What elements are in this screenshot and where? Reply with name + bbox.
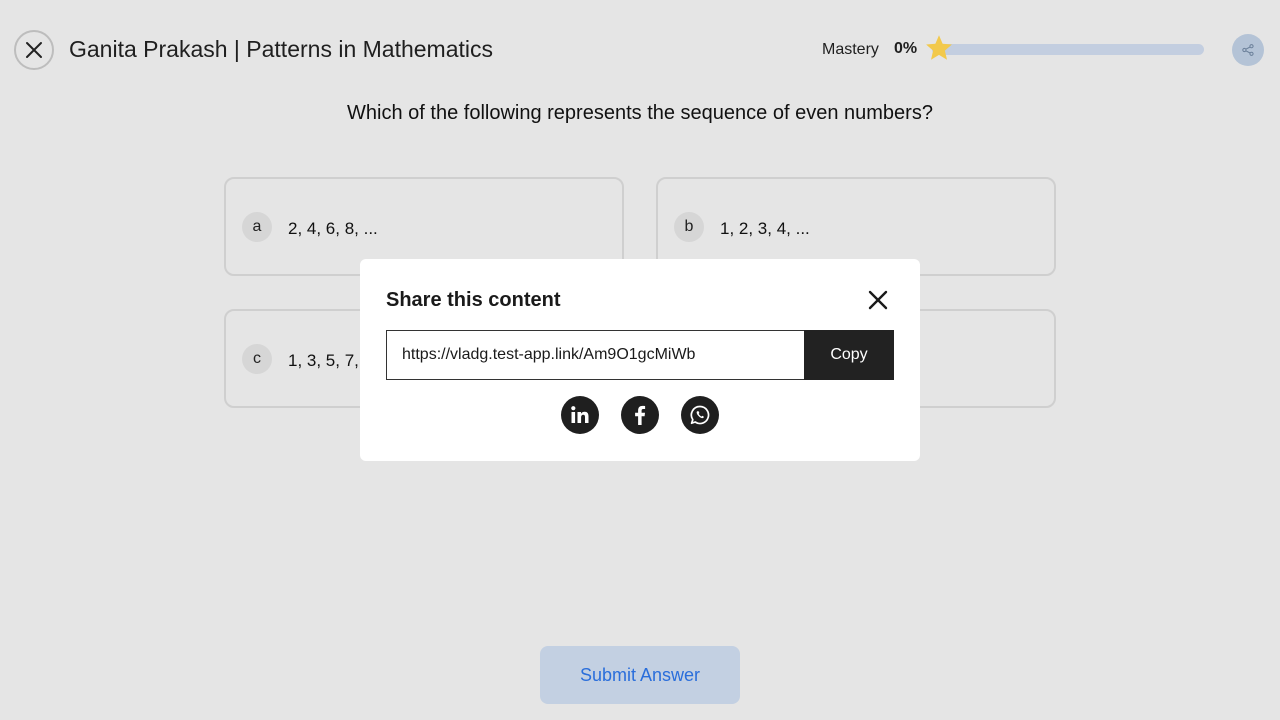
share-icon xyxy=(1242,44,1254,56)
submit-answer-button[interactable]: Submit Answer xyxy=(540,646,740,704)
share-modal: Share this content Copy xyxy=(360,259,920,461)
facebook-share-button[interactable] xyxy=(621,396,659,434)
share-button[interactable] xyxy=(1232,34,1264,66)
quiz-page: Ganita Prakash | Patterns in Mathematics… xyxy=(0,0,1280,720)
option-letter: a xyxy=(242,211,272,242)
whatsapp-share-button[interactable] xyxy=(681,396,719,434)
option-letter: c xyxy=(242,343,272,374)
page-title: Ganita Prakash | Patterns in Mathematics xyxy=(69,36,493,62)
exit-button[interactable] xyxy=(14,30,54,70)
option-text: 2, 4, 6, 8, ... xyxy=(288,218,378,238)
facebook-icon xyxy=(635,405,646,425)
mastery-progress-bar xyxy=(932,44,1204,55)
linkedin-icon xyxy=(571,406,589,423)
linkedin-share-button[interactable] xyxy=(561,396,599,434)
copy-button[interactable]: Copy xyxy=(804,330,894,380)
option-letter: b xyxy=(674,211,704,242)
mastery-label: Mastery xyxy=(822,41,879,58)
star-icon xyxy=(926,35,952,60)
mastery-value: 0% xyxy=(894,40,918,57)
close-icon[interactable] xyxy=(866,288,890,312)
share-url-field[interactable] xyxy=(386,330,806,380)
close-icon xyxy=(26,42,42,58)
question-text: Which of the following represents the se… xyxy=(347,102,933,124)
option-text: 1, 2, 3, 4, ... xyxy=(720,218,810,238)
modal-title: Share this content xyxy=(386,289,561,311)
whatsapp-icon xyxy=(690,405,710,425)
